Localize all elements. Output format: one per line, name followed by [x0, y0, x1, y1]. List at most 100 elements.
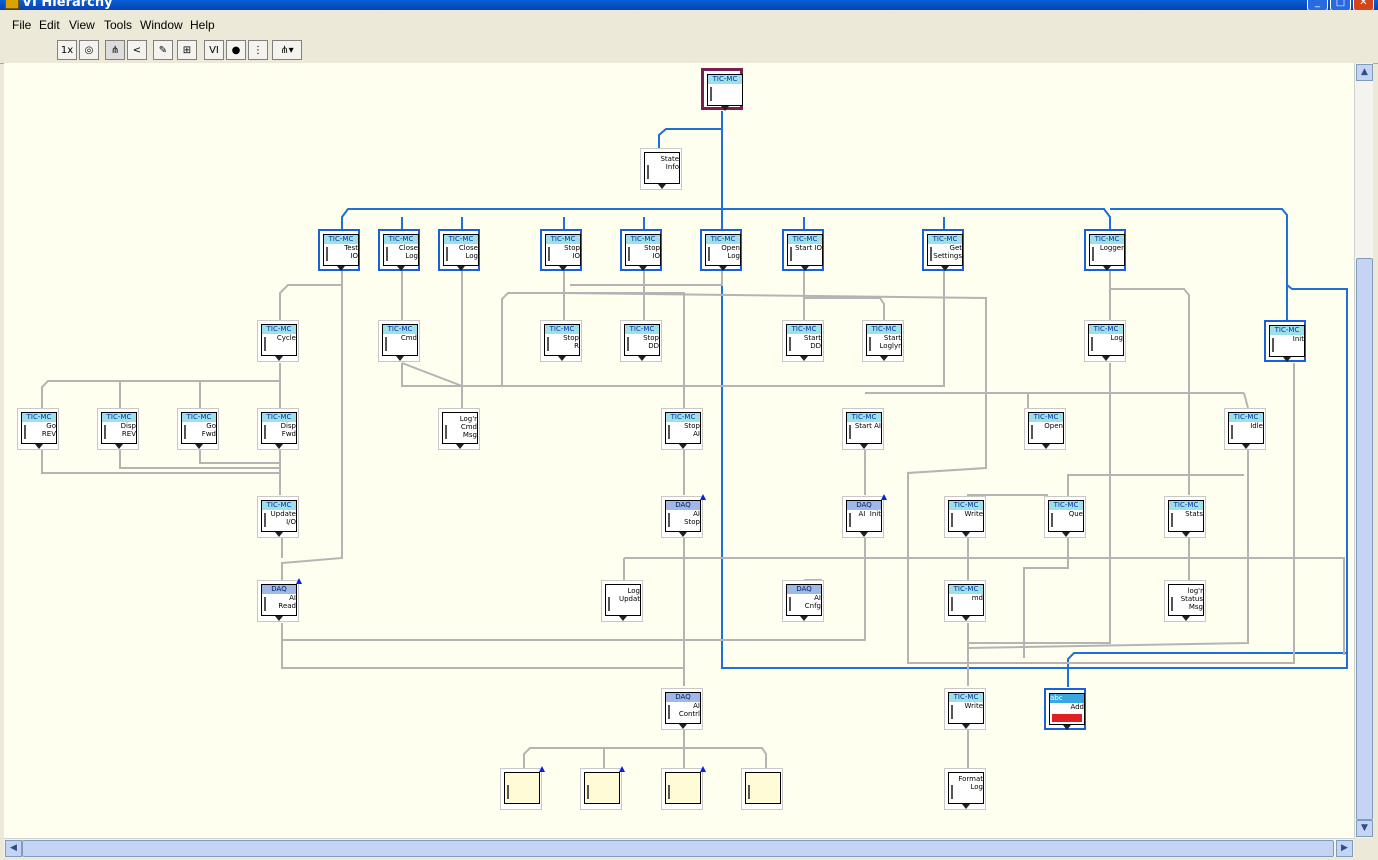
- hierarchy-canvas[interactable]: TIC-MC State Info TIC-MC Test IO TIC-MC Close…: [4, 63, 1354, 838]
- horizontal-layout-icon[interactable]: <: [127, 40, 147, 60]
- vi-node[interactable]: [661, 766, 706, 810]
- vi-node[interactable]: [580, 766, 625, 810]
- vi-node[interactable]: TIC-MC Disp Fwd: [257, 408, 299, 450]
- menu-tools[interactable]: Tools: [104, 18, 132, 32]
- vi-node[interactable]: TIC-MC Start DD: [782, 320, 824, 362]
- vi-node[interactable]: TIC-MC Test IO: [318, 229, 360, 271]
- horizontal-scroll-thumb[interactable]: [22, 840, 1334, 857]
- vi-node[interactable]: State Info: [640, 148, 682, 190]
- vi-node[interactable]: TIC-MC Log: [1084, 320, 1126, 362]
- expand-arrow-icon[interactable]: [396, 356, 404, 361]
- expand-arrow-icon[interactable]: [275, 356, 283, 361]
- expand-arrow-icon[interactable]: [1182, 532, 1190, 537]
- vi-node[interactable]: TIC-MC Stop IO: [540, 229, 582, 271]
- expand-arrow-icon[interactable]: [1042, 444, 1050, 449]
- vi-node[interactable]: TIC-MC Write: [944, 496, 986, 538]
- vi-node[interactable]: TIC-MC Start Loglyr: [862, 320, 904, 362]
- expand-arrow-icon[interactable]: [941, 266, 949, 271]
- expand-arrow-icon[interactable]: [35, 444, 43, 449]
- expand-arrow-icon[interactable]: [719, 266, 727, 271]
- vi-node[interactable]: Log'r Cmd Msg: [438, 408, 480, 450]
- menu-edit[interactable]: Edit: [39, 18, 60, 32]
- callers-arrow-icon[interactable]: [700, 766, 706, 772]
- vi-node[interactable]: DAQ AI Cnfg: [782, 580, 824, 622]
- callers-arrow-icon[interactable]: [881, 494, 887, 500]
- expand-arrow-icon[interactable]: [1242, 444, 1250, 449]
- scroll-right-icon[interactable]: ▶: [1336, 840, 1353, 857]
- vi-node[interactable]: TIC-MC Idle: [1224, 408, 1266, 450]
- expand-arrow-icon[interactable]: [962, 724, 970, 729]
- vi-node[interactable]: TIC-MC Stop DD: [620, 320, 662, 362]
- vi-node[interactable]: TIC-MC Close Log: [438, 229, 480, 271]
- expand-arrow-icon[interactable]: [639, 266, 647, 271]
- zoom-1x-button[interactable]: 1x: [57, 40, 77, 60]
- expand-arrow-icon[interactable]: [195, 444, 203, 449]
- vi-node[interactable]: TIC-MC Logger: [1084, 229, 1126, 271]
- maximize-button[interactable]: □: [1330, 0, 1351, 10]
- menu-view[interactable]: View: [69, 18, 95, 32]
- arrange-dropdown-icon[interactable]: ⋔▾: [272, 40, 302, 60]
- expand-arrow-icon[interactable]: [115, 444, 123, 449]
- vi-node[interactable]: TIC-MC Go Fwd: [177, 408, 219, 450]
- vi-node[interactable]: TIC-MC Go REV: [17, 408, 59, 450]
- expand-arrow-icon[interactable]: [397, 266, 405, 271]
- vi-node[interactable]: DAQ AI Init: [842, 494, 887, 538]
- expand-arrow-icon[interactable]: [275, 616, 283, 621]
- scroll-left-icon[interactable]: ◀: [5, 840, 22, 857]
- vi-node[interactable]: Format Log: [944, 768, 986, 810]
- vi-node[interactable]: TIC-MC Que: [1044, 496, 1086, 538]
- vi-node[interactable]: [741, 768, 783, 810]
- vi-node[interactable]: TIC-MC Stop R: [540, 320, 582, 362]
- expand-arrow-icon[interactable]: [800, 356, 808, 361]
- show-hierarchy-icon[interactable]: ⋔: [105, 40, 125, 60]
- vi-node[interactable]: log'r Status Msg: [1164, 580, 1206, 622]
- expand-arrow-icon[interactable]: [558, 356, 566, 361]
- vi-node[interactable]: TIC-MC Start AI: [842, 408, 884, 450]
- vi-node[interactable]: DAQ AI Stop: [661, 494, 706, 538]
- scroll-up-icon[interactable]: ▲: [1356, 64, 1373, 81]
- minimize-button[interactable]: _: [1307, 0, 1328, 10]
- expand-arrow-icon[interactable]: [679, 724, 687, 729]
- expand-arrow-icon[interactable]: [860, 444, 868, 449]
- graph-icon[interactable]: ⊞: [177, 40, 197, 60]
- expand-arrow-icon[interactable]: [1182, 616, 1190, 621]
- menu-file[interactable]: File: [12, 18, 31, 32]
- vi-node[interactable]: TIC-MC Stats: [1164, 496, 1206, 538]
- list-icon[interactable]: ⋮: [248, 40, 268, 60]
- scroll-down-icon[interactable]: ▼: [1356, 820, 1373, 837]
- vi-node[interactable]: TIC-MC Open Log: [700, 229, 742, 271]
- expand-arrow-icon[interactable]: [658, 184, 666, 189]
- vi-node[interactable]: TIC-MC Update I/O: [257, 496, 299, 538]
- vi-node[interactable]: abc Add: [1044, 688, 1086, 730]
- expand-arrow-icon[interactable]: [679, 444, 687, 449]
- expand-arrow-icon[interactable]: [801, 266, 809, 271]
- vi-node[interactable]: DAQ AI Contrl: [661, 688, 703, 730]
- expand-arrow-icon[interactable]: [860, 532, 868, 537]
- expand-arrow-icon[interactable]: [880, 356, 888, 361]
- callers-arrow-icon[interactable]: [296, 578, 302, 584]
- close-button[interactable]: ✕: [1353, 0, 1374, 10]
- expand-arrow-icon[interactable]: [1102, 356, 1110, 361]
- globe-icon[interactable]: ●: [226, 40, 246, 60]
- callers-arrow-icon[interactable]: [619, 766, 625, 772]
- expand-arrow-icon[interactable]: [679, 532, 687, 537]
- menu-window[interactable]: Window: [140, 18, 183, 32]
- vi-node[interactable]: TIC-MC Cmd: [378, 320, 420, 362]
- vi-node[interactable]: TIC-MC Cycle: [257, 320, 299, 362]
- vertical-scroll-thumb[interactable]: [1356, 258, 1373, 820]
- expand-arrow-icon[interactable]: [962, 616, 970, 621]
- vi-node[interactable]: TIC-MC Get Settings: [922, 229, 964, 271]
- vi-node[interactable]: [500, 766, 545, 810]
- vi-node[interactable]: TIC-MC Stop AI: [661, 408, 703, 450]
- expand-arrow-icon[interactable]: [457, 266, 465, 271]
- zoom-fit-icon[interactable]: ◎: [79, 40, 99, 60]
- expand-arrow-icon[interactable]: [962, 532, 970, 537]
- vi-node[interactable]: TIC-MC Start IO: [782, 229, 824, 271]
- expand-arrow-icon[interactable]: [721, 106, 729, 111]
- vi-node[interactable]: TIC-MC Close Log: [378, 229, 420, 271]
- expand-arrow-icon[interactable]: [1103, 266, 1111, 271]
- vi-node[interactable]: TIC-MC md: [944, 580, 986, 622]
- vi-node[interactable]: TIC-MC Write: [944, 688, 986, 730]
- vi-node[interactable]: Log Updat: [601, 580, 643, 622]
- vi-node[interactable]: TIC-MC Disp REV: [97, 408, 139, 450]
